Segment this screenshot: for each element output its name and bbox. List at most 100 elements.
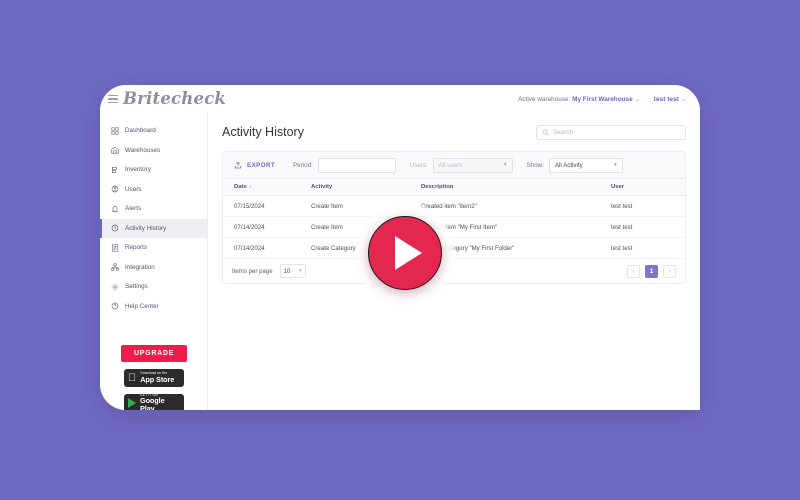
column-header-date[interactable]: Date ↓ (223, 179, 311, 196)
prev-page-button[interactable]: ‹ (627, 264, 640, 278)
users-select-value: All users (438, 161, 463, 169)
user-menu[interactable]: test test ⌄ (654, 96, 686, 103)
users-select[interactable]: All users ▾ (432, 157, 513, 173)
chevron-down-icon: ⌄ (634, 96, 640, 103)
period-filter: Period: (293, 157, 396, 173)
column-header-user[interactable]: User (611, 179, 685, 196)
play-button[interactable] (368, 216, 442, 290)
sidebar-item-activity-history[interactable]: Activity History (100, 218, 207, 238)
activity-table: Date ↓ Activity Description User 07/15/20… (223, 179, 685, 259)
chevron-down-icon: ▾ (503, 162, 507, 168)
page-button-1[interactable]: 1 (645, 264, 658, 278)
search-input[interactable]: Search (536, 125, 686, 140)
items-per-page-select[interactable]: 10 ▾ (279, 264, 306, 278)
sidebar-item-label: Users (125, 185, 142, 193)
show-filter: Show: All Activity ▾ (526, 157, 623, 173)
export-button[interactable]: EXPORT (234, 161, 275, 169)
items-per-page-value: 10 (283, 267, 291, 275)
cell-description: Created item "My First Item" (421, 216, 611, 238)
app-store-main-label: App Store (132, 374, 174, 384)
chevron-down-icon: ⌄ (680, 96, 686, 103)
apple-icon:  (128, 372, 136, 384)
next-page-button[interactable]: › (663, 264, 676, 278)
reports-icon (111, 244, 119, 252)
google-play-icon (128, 398, 136, 408)
sidebar: Dashboard Warehouses Inventory Users Ale… (100, 113, 208, 410)
integration-icon (111, 263, 119, 271)
sidebar-item-dashboard[interactable]: Dashboard (100, 121, 207, 141)
main-header: Activity History Search (222, 125, 686, 140)
screenshot-stage: Britecheck Active warehouse: My First Wa… (0, 0, 800, 500)
sidebar-item-label: Integration (125, 263, 155, 271)
sidebar-item-warehouses[interactable]: Warehouses (100, 141, 207, 161)
users-label: Users: (409, 161, 428, 169)
column-header-description[interactable]: Description (421, 179, 611, 196)
sidebar-item-integration[interactable]: Integration (100, 258, 207, 278)
sidebar-item-label: Settings (125, 283, 148, 291)
chevron-down-icon: ▾ (614, 162, 617, 168)
dashboard-icon (111, 127, 119, 135)
warehouse-label: Active warehouse: (518, 95, 571, 103)
cell-date: 07/14/2024 (223, 216, 311, 238)
upgrade-button[interactable]: UPGRADE (121, 345, 187, 362)
column-header-activity[interactable]: Activity (311, 179, 421, 196)
sort-arrow-icon: ↓ (248, 184, 252, 190)
cell-user: test test (611, 216, 685, 238)
warehouse-selector[interactable]: Active warehouse: My First Warehouse ⌄ (518, 96, 640, 103)
show-label: Show: (526, 161, 544, 169)
chevron-down-icon: ▾ (299, 268, 302, 274)
items-per-page-label: Items per page (232, 267, 273, 275)
top-bar: Britecheck Active warehouse: My First Wa… (100, 85, 700, 113)
table-row[interactable]: 07/14/2024 Create Category Created categ… (223, 237, 685, 259)
warehouse-value: My First Warehouse (572, 95, 633, 103)
table-row[interactable]: 07/15/2024 Create Item Created item "ite… (223, 195, 685, 217)
show-select-value: All Activity (554, 161, 583, 169)
period-label: Period: (293, 161, 313, 169)
cell-activity: Create Item (311, 195, 421, 217)
gear-icon (111, 283, 119, 291)
clock-history-icon (111, 224, 119, 232)
page-title: Activity History (222, 125, 304, 139)
bell-icon (111, 205, 119, 213)
user-name: test test (653, 95, 679, 103)
sidebar-item-label: Dashboard (125, 127, 156, 135)
sidebar-item-label: Warehouses (125, 146, 161, 154)
filter-toolbar: EXPORT Period: Users: All users ▾ Show: … (223, 152, 685, 179)
export-icon (234, 161, 242, 169)
users-icon (111, 185, 119, 193)
sidebar-item-inventory[interactable]: Inventory (100, 160, 207, 180)
search-placeholder: Search (553, 129, 573, 136)
table-head: Date ↓ Activity Description User (223, 179, 685, 196)
period-input[interactable] (317, 157, 396, 173)
table-row[interactable]: 07/14/2024 Create Item Created item "My … (223, 216, 685, 238)
cell-date: 07/15/2024 (223, 195, 311, 217)
cell-user: test test (611, 237, 685, 259)
search-icon (542, 129, 549, 136)
cell-description: Created category "My First Folder" (421, 237, 611, 259)
google-play-main-label: Google Play (140, 396, 165, 410)
brand-logo[interactable]: Britecheck (123, 90, 226, 108)
cell-description: Created item "item2" (421, 195, 611, 217)
hamburger-icon[interactable] (108, 95, 118, 103)
table-header-row: Date ↓ Activity Description User (223, 179, 685, 196)
column-header-date-label: Date (234, 184, 247, 190)
sidebar-item-users[interactable]: Users (100, 180, 207, 200)
sidebar-item-label: Inventory (125, 166, 151, 174)
export-label: EXPORT (247, 161, 276, 169)
google-play-badge[interactable]: GET IT ON Google Play (124, 393, 184, 410)
sidebar-item-settings[interactable]: Settings (100, 277, 207, 297)
sidebar-footer: UPGRADE  Download on the App Store GET … (100, 345, 208, 410)
warehouse-icon (111, 146, 119, 154)
sidebar-item-label: Help Center (125, 302, 159, 310)
top-bar-right: Active warehouse: My First Warehouse ⌄ te… (518, 96, 700, 103)
inventory-icon (111, 166, 119, 174)
help-icon (111, 302, 119, 310)
sidebar-item-help-center[interactable]: Help Center (100, 297, 207, 317)
page-controls: ‹ 1 › (627, 264, 676, 278)
users-filter: Users: All users ▾ (409, 157, 513, 173)
app-store-badge[interactable]:  Download on the App Store (124, 369, 184, 387)
app-store-text: Download on the App Store (140, 372, 174, 383)
sidebar-item-reports[interactable]: Reports (100, 238, 207, 258)
sidebar-item-alerts[interactable]: Alerts (100, 199, 207, 219)
show-select[interactable]: All Activity ▾ (548, 157, 623, 173)
